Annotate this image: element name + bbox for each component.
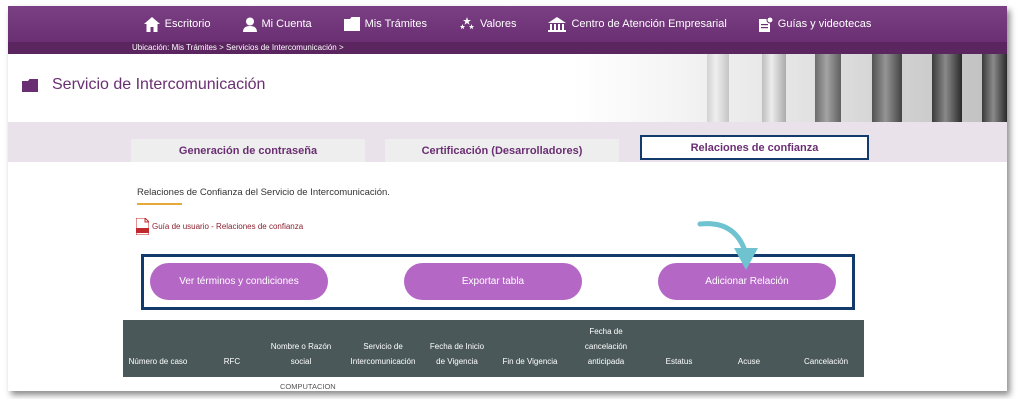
column-header: Cancelación: [803, 357, 849, 366]
page-banner: Servicio de Intercomunicación: [8, 54, 1007, 122]
nav-label: Mis Trámites: [364, 18, 427, 30]
export-table-button[interactable]: Exportar tabla: [404, 263, 582, 300]
terms-button[interactable]: Ver términos y condiciones: [150, 263, 328, 300]
folder-icon: [22, 78, 38, 92]
nav-item-centro-atencion[interactable]: Centro de Atención Empresarial: [548, 16, 727, 32]
page-title: Servicio de Intercomunicación: [22, 76, 265, 94]
column-header: RFC: [223, 357, 241, 366]
app-window: Escritorio Mi Cuenta Mis Trámites Valore…: [8, 6, 1007, 391]
building-icon: [548, 16, 567, 32]
nav-label: Valores: [479, 18, 517, 30]
nav-label: Escritorio: [164, 18, 211, 30]
column-header: Servicio de Intercomunicación: [350, 342, 416, 366]
user-icon: [242, 17, 257, 32]
curved-arrow-icon: [697, 221, 758, 270]
folder-icon: [343, 17, 360, 31]
relations-table-header: Número de caso RFC Nombre o Razón social…: [123, 320, 864, 377]
banner-image: [477, 54, 1007, 122]
column-header: Fecha de cancelación anticipada: [584, 327, 628, 366]
section-title: Relaciones de Confianza del Servicio de …: [137, 187, 390, 198]
stars-icon: [459, 16, 475, 29]
tab-bar: Generación de contraseña Certificación (…: [8, 122, 1007, 162]
column-header: Nombre o Razón social: [270, 342, 332, 366]
pdf-icon: [136, 218, 149, 235]
nav-item-guias[interactable]: Guías y videotecas: [758, 16, 872, 32]
column-header: Fin de Vigencia: [502, 357, 558, 366]
tab-relaciones-confianza[interactable]: Relaciones de confianza: [640, 135, 869, 160]
nav-item-mis-tramites[interactable]: Mis Trámites: [343, 17, 427, 31]
top-navigation: Escritorio Mi Cuenta Mis Trámites Valore…: [8, 6, 1007, 42]
column-header: Fecha de Inicio de Vigencia: [429, 342, 485, 366]
nav-item-escritorio[interactable]: Escritorio: [143, 16, 211, 32]
user-guide-link[interactable]: Guía de usuario - Relaciones de confianz…: [136, 218, 303, 235]
nav-label: Mi Cuenta: [261, 18, 312, 30]
column-header: Estatus: [665, 357, 693, 366]
tab-generacion-contrasena[interactable]: Generación de contraseña: [131, 139, 365, 162]
nav-label: Guías y videotecas: [777, 18, 872, 30]
table-cell: COMPUTACION: [280, 382, 336, 391]
title-underline: [137, 203, 182, 205]
column-header: Número de caso: [128, 357, 188, 366]
nav-item-mi-cuenta[interactable]: Mi Cuenta: [242, 17, 312, 32]
nav-label: Centro de Atención Empresarial: [571, 18, 727, 30]
home-icon: [143, 16, 160, 32]
tab-certificacion[interactable]: Certificación (Desarrolladores): [385, 139, 619, 162]
guide-icon: [758, 16, 773, 32]
breadcrumb: Ubicación: Mis Trámites > Servicios de I…: [8, 42, 1007, 54]
nav-item-valores[interactable]: Valores: [459, 16, 517, 32]
column-header: Acuse: [737, 357, 761, 366]
